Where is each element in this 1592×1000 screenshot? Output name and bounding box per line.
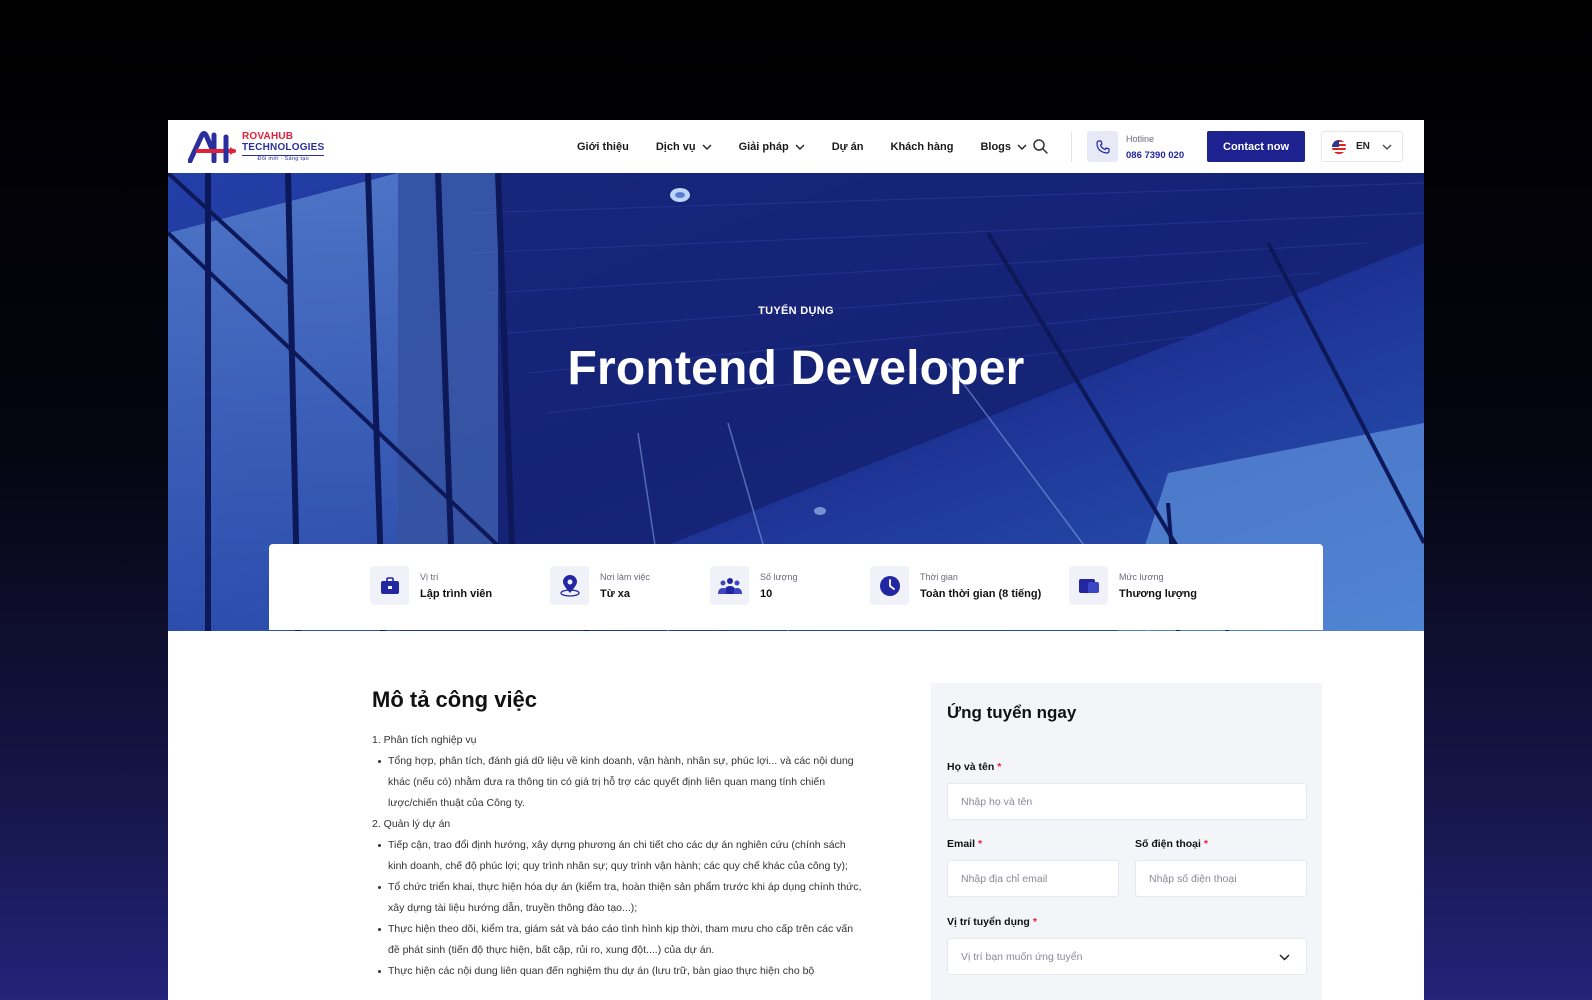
list-item: Thực hiện theo dõi, kiểm tra, giám sát v…	[378, 919, 862, 961]
nav-item-label: Blogs	[980, 140, 1012, 153]
hero-kicker: TUYỂN DỤNG	[758, 305, 834, 317]
chevron-down-icon	[1017, 144, 1027, 150]
nav-item-khach-hang[interactable]: Khách hàng	[891, 141, 954, 153]
brand-logo[interactable]: ROVAHUB TECHNOLOGIES Đổi mới · Sáng tạo	[187, 130, 338, 164]
email-input[interactable]	[947, 860, 1119, 897]
position-select-placeholder: Vị trí bạn muốn ứng tuyển	[961, 950, 1083, 963]
nav-item-blogs[interactable]: Blogs	[980, 141, 1027, 153]
search-icon[interactable]	[1032, 138, 1048, 154]
page-title: Frontend Developer	[567, 342, 1025, 395]
contact-now-button[interactable]: Contact now	[1207, 131, 1305, 162]
phone-label: Số điện thoại *	[1135, 838, 1209, 850]
list-item: Tổ chức triển khai, thực hiện hóa dự án …	[378, 877, 862, 919]
chevron-down-icon	[1279, 954, 1290, 961]
job-description-title: Mô tả công việc	[372, 687, 538, 712]
nav-item-giai-phap[interactable]: Giải pháp	[739, 141, 805, 153]
info-time: Thời gian Toàn thời gian (8 tiếng)	[870, 566, 1041, 605]
info-value: Từ xa	[600, 587, 630, 600]
list-item: Tổng hợp, phân tích, đánh giá dữ liệu về…	[378, 751, 862, 814]
job-info-bar: Vị trí Lập trình viên Nơi làm việc Từ xa	[269, 544, 1323, 630]
brand-tagline: Đổi mới · Sáng tạo	[242, 154, 325, 163]
people-icon	[710, 566, 749, 605]
chevron-down-icon	[1382, 144, 1392, 150]
info-value: Lập trình viên	[420, 587, 493, 600]
section-heading: 1. Phân tích nghiệp vụ	[372, 734, 477, 746]
page-frame: ROVAHUB TECHNOLOGIES Đổi mới · Sáng tạo …	[168, 120, 1424, 1000]
brand-name-line2: TECHNOLOGIES	[242, 141, 325, 153]
email-label: Email *	[947, 838, 983, 850]
info-label: Vị trí	[420, 571, 439, 582]
logo-mark-icon	[187, 131, 238, 164]
language-code: EN	[1356, 141, 1370, 152]
info-value: Thương lượng	[1119, 587, 1197, 600]
info-salary: Mức lương Thương lượng	[1069, 566, 1197, 605]
info-value: Toàn thời gian (8 tiếng)	[920, 587, 1042, 600]
info-label: Thời gian	[920, 571, 958, 582]
info-label: Số lượng	[760, 571, 798, 582]
nav-item-gioi-thieu[interactable]: Giới thiệu	[577, 141, 629, 153]
main-nav: Giới thiệu Dịch vụ Giải pháp Dự án Khách…	[577, 120, 1054, 173]
briefcase-icon	[370, 566, 409, 605]
language-selector[interactable]: EN	[1321, 131, 1403, 162]
nav-item-label: Giới thiệu	[577, 140, 629, 153]
nav-item-dich-vu[interactable]: Dịch vụ	[656, 141, 712, 153]
header-divider	[1071, 132, 1072, 162]
us-flag-icon	[1332, 139, 1346, 154]
site-header: ROVAHUB TECHNOLOGIES Đổi mới · Sáng tạo …	[168, 120, 1424, 173]
list-item: Tiếp cận, trao đổi định hướng, xây dựng …	[378, 835, 862, 877]
position-label: Vị trí tuyển dụng *	[947, 916, 1037, 928]
position-select[interactable]: Vị trí bạn muốn ứng tuyển	[947, 938, 1307, 975]
phone-input[interactable]	[1135, 860, 1307, 897]
nav-item-label: Dự án	[831, 140, 864, 153]
info-position: Vị trí Lập trình viên	[370, 566, 492, 605]
brand-name-line1: ROVAHUB	[242, 130, 294, 142]
fullname-input[interactable]	[947, 783, 1307, 820]
hotline-label: Hotline	[1126, 134, 1155, 144]
hotline-number[interactable]: 086 7390 020	[1126, 150, 1184, 161]
section-heading: 2. Quản lý dự án	[372, 818, 451, 830]
bullet-list: Tiếp cận, trao đổi định hướng, xây dựng …	[372, 835, 862, 982]
info-label: Nơi làm việc	[600, 571, 650, 582]
nav-item-du-an[interactable]: Dự án	[832, 141, 864, 153]
nav-item-label: Khách hàng	[890, 140, 954, 153]
clock-icon	[870, 566, 909, 605]
job-description-body: 1. Phân tích nghiệp vụ Tổng hợp, phân tí…	[372, 730, 862, 982]
form-title: Ứng tuyển ngay	[947, 703, 1077, 722]
chevron-down-icon	[702, 144, 712, 150]
nav-item-label: Dịch vụ	[655, 140, 696, 153]
wallet-icon	[1069, 566, 1108, 605]
map-pin-icon	[550, 566, 589, 605]
bullet-list: Tổng hợp, phân tích, đánh giá dữ liệu về…	[372, 751, 862, 814]
info-quantity: Số lượng 10	[710, 566, 797, 605]
phone-icon[interactable]	[1087, 131, 1118, 162]
chevron-down-icon	[795, 144, 805, 150]
info-workplace: Nơi làm việc Từ xa	[550, 566, 650, 605]
list-item: Thực hiện các nội dung liên quan đến ngh…	[378, 961, 862, 982]
fullname-label: Họ và tên *	[947, 761, 1002, 773]
apply-form: Ứng tuyển ngay Họ và tên* Email* Số điện…	[931, 683, 1322, 1000]
info-label: Mức lương	[1119, 571, 1164, 582]
nav-item-label: Giải pháp	[738, 140, 789, 153]
info-value: 10	[760, 587, 773, 600]
